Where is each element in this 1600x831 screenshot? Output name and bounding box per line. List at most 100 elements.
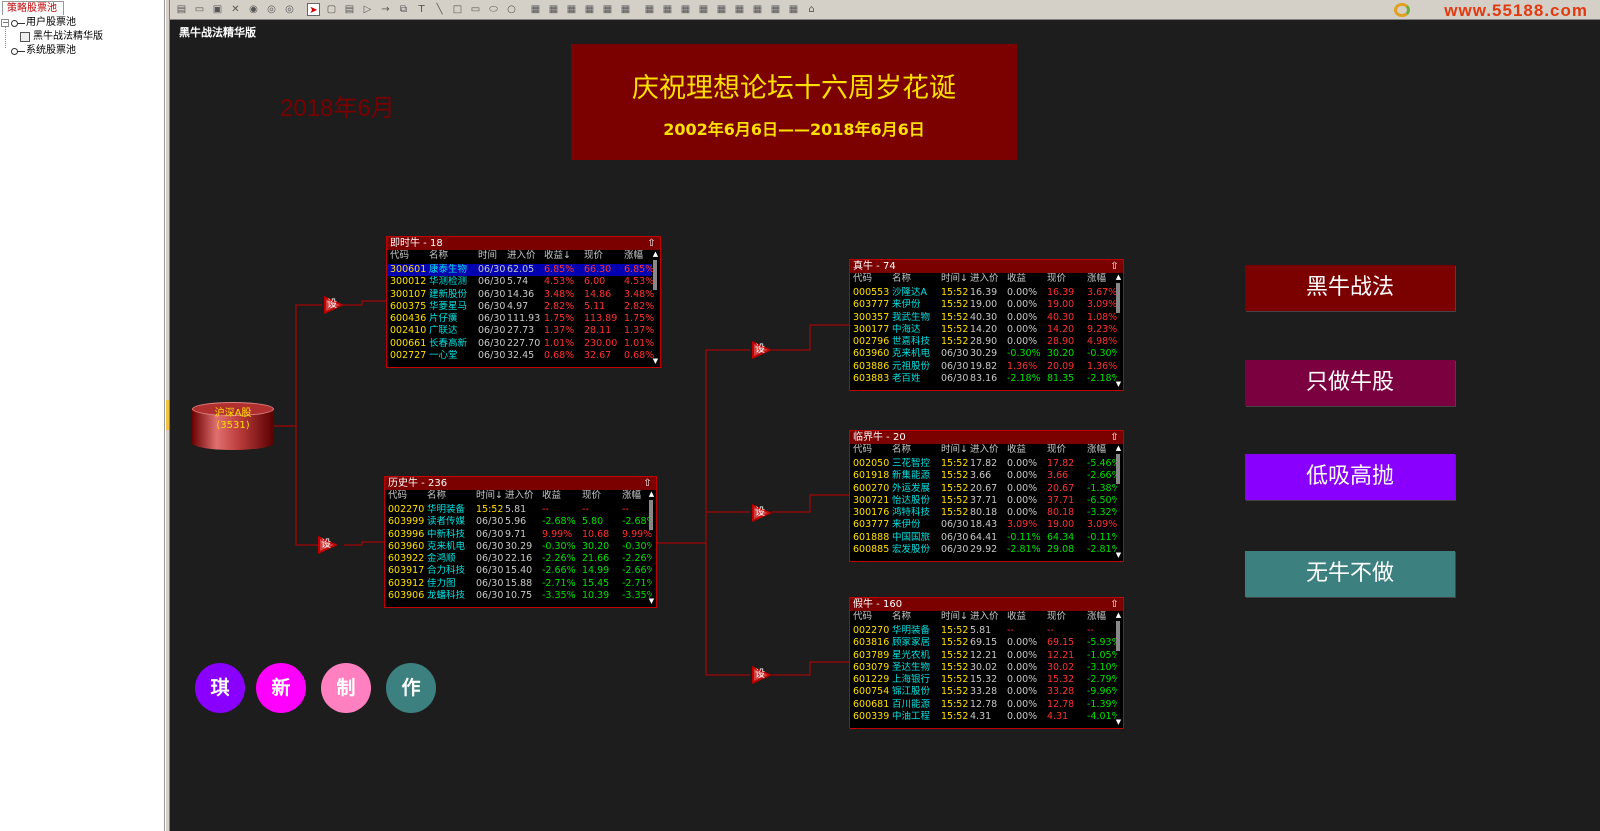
- column-header[interactable]: 进入价: [507, 250, 536, 262]
- panel-scrollbar[interactable]: ▲ ▼: [1115, 445, 1122, 559]
- column-header[interactable]: 名称: [892, 611, 911, 623]
- scroll-up-icon[interactable]: ▲: [1115, 274, 1122, 281]
- column-header[interactable]: 时间↓: [476, 490, 503, 502]
- column-header[interactable]: 时间↓: [941, 273, 968, 285]
- grid7-icon[interactable]: ▦: [751, 3, 764, 16]
- slogan-button-1[interactable]: 黑牛战法: [1245, 265, 1455, 311]
- table-row[interactable]: 603883老百姓 06/3083.16 -2.18% 81.35 -2.18%: [850, 373, 1117, 385]
- table-row[interactable]: 002727 一心堂 06/30 32.45 0.68% 32.67 0.68%: [387, 350, 654, 362]
- pause-icon[interactable]: ◎: [265, 3, 278, 16]
- column-header[interactable]: 进入价: [505, 490, 534, 502]
- table-row[interactable]: 000553 沙隆达A 15:52 16.39 0.00% 16.39 3.67%: [850, 287, 1117, 299]
- panel-jishiniu[interactable]: 即时牛 - 18 ⇧ 代码 名称 时间 进入价 收益↓ 现价 涨幅 300601 康泰生物 06/30…: [386, 236, 661, 368]
- table-row[interactable]: 300176鸿特科技15:5280.180.00%80.18-3.32%: [850, 507, 1117, 519]
- build-icon[interactable]: ⌂: [805, 3, 818, 16]
- pin-icon[interactable]: ⇧: [647, 238, 656, 249]
- scroll-down-icon[interactable]: ▼: [1115, 719, 1122, 726]
- column-header[interactable]: 收益: [1007, 273, 1026, 285]
- table-row[interactable]: 002796 世嘉科技 15:52 28.90 0.00% 28.90 4.98%: [850, 336, 1117, 348]
- column-header[interactable]: 进入价: [970, 273, 999, 285]
- close-icon[interactable]: ✕: [229, 3, 242, 16]
- tree-item-heiniu-pool[interactable]: 黑牛战法精华版: [0, 30, 165, 44]
- table-row[interactable]: 603922金鸿顺06/3022.16-2.26%21.66-2.26%: [385, 553, 652, 565]
- align-left-icon[interactable]: ▦: [529, 3, 542, 16]
- column-header[interactable]: 时间↓: [941, 611, 968, 623]
- save-icon[interactable]: ▣: [211, 3, 224, 16]
- table-row[interactable]: 600375 华菱星马 06/30 4.97 2.82% 5.11 2.82%: [387, 301, 654, 313]
- align-center-icon[interactable]: ▦: [547, 3, 560, 16]
- scroll-up-icon[interactable]: ▲: [1115, 612, 1122, 619]
- table-row[interactable]: 603960克来机电06/3030.29-0.30%30.20-0.30%: [385, 541, 652, 553]
- rect-icon[interactable]: ▢: [325, 3, 338, 16]
- table-row[interactable]: 600436 片仔癀 06/30 111.93 1.75% 113.89 1.75%: [387, 313, 654, 325]
- column-header[interactable]: 代码: [853, 611, 872, 623]
- table-row[interactable]: 603996 中新科技 06/30 9.71 9.99% 10.68 9.99%: [385, 529, 652, 541]
- table-row[interactable]: 603917合力科技06/3015.40-2.66%14.99-2.66%: [385, 565, 652, 577]
- pin-icon[interactable]: ⇧: [643, 478, 652, 489]
- slogan-button-3[interactable]: 低吸高抛: [1245, 454, 1455, 500]
- table-row[interactable]: 600754锦江股份15:5233.280.00%33.28-9.96%: [850, 686, 1117, 698]
- slogan-button-2[interactable]: 只做牛股: [1245, 360, 1455, 406]
- line-icon[interactable]: ╲: [433, 3, 446, 16]
- grid5-icon[interactable]: ▦: [715, 3, 728, 16]
- setting-node-2[interactable]: 设: [318, 536, 340, 554]
- table-row[interactable]: 601888中国国旅 06/3064.41 -0.11% 64.34 -0.11%: [850, 532, 1117, 544]
- panel-header[interactable]: 假牛 - 160 ⇧: [850, 598, 1123, 611]
- column-header[interactable]: 收益: [542, 490, 561, 502]
- circle-badge-4[interactable]: 作: [386, 663, 436, 713]
- column-header[interactable]: 现价: [1047, 444, 1066, 456]
- table-row[interactable]: 300721怡达股份15:5237.710.00%37.71-6.50%: [850, 495, 1117, 507]
- list-icon[interactable]: ▤: [343, 3, 356, 16]
- scroll-thumb[interactable]: [1116, 621, 1120, 651]
- collapse-icon[interactable]: −: [1, 19, 9, 27]
- tree-item-user-pool[interactable]: − 用户股票池: [0, 16, 165, 30]
- panel-jianiu[interactable]: 假牛 - 160 ⇧ 代码 名称 时间↓ 进入价 收益 现价 涨幅 002270 华明装备 15:52…: [849, 597, 1124, 729]
- scroll-down-icon[interactable]: ▼: [652, 358, 659, 365]
- table-row[interactable]: 300107 建新股份 06/30 14.36 3.48% 14.86 3.48%: [387, 289, 654, 301]
- panel-linjieniu[interactable]: 临界牛 - 20 ⇧ 代码 名称 时间↓ 进入价 收益 现价 涨幅 002050 三花智控 15:52…: [849, 430, 1124, 562]
- ellipse-icon[interactable]: ⬭: [487, 3, 500, 16]
- grid4-icon[interactable]: ▦: [697, 3, 710, 16]
- table-row[interactable]: 601918新集能源15:523.660.00%3.66-2.66%: [850, 470, 1117, 482]
- square-icon[interactable]: □: [451, 3, 464, 16]
- table-row[interactable]: 603886 元祖股份 06/30 19.82 1.36% 20.09 1.36%: [850, 361, 1117, 373]
- table-row[interactable]: 603777 来伊份 15:52 19.00 0.00% 19.00 3.09%: [850, 299, 1117, 311]
- column-header[interactable]: 涨幅: [1087, 611, 1106, 623]
- circle-icon[interactable]: ○: [505, 3, 518, 16]
- table-row[interactable]: 603079圣达生物15:5230.020.00%30.02-3.10%: [850, 662, 1117, 674]
- tab-strategy-pool[interactable]: 策略股票池: [2, 1, 64, 15]
- grid8-icon[interactable]: ▦: [769, 3, 782, 16]
- column-header[interactable]: 名称: [892, 444, 911, 456]
- table-row[interactable]: 603789星光农机15:5212.210.00%12.21-1.05%: [850, 650, 1117, 662]
- panel-header[interactable]: 即时牛 - 18 ⇧: [387, 237, 660, 250]
- select-icon[interactable]: ➤: [307, 3, 320, 16]
- setting-node-5[interactable]: 设: [752, 666, 774, 684]
- align-middle-icon[interactable]: ▦: [601, 3, 614, 16]
- column-header[interactable]: 时间↓: [941, 444, 968, 456]
- column-header[interactable]: 时间: [478, 250, 497, 262]
- column-header[interactable]: 收益: [1007, 611, 1026, 623]
- align-right-icon[interactable]: ▦: [565, 3, 578, 16]
- table-row[interactable]: 600270外运发展15:5220.670.00%20.67-1.38%: [850, 483, 1117, 495]
- panel-scrollbar[interactable]: ▲ ▼: [1115, 274, 1122, 388]
- scroll-down-icon[interactable]: ▼: [1115, 552, 1122, 559]
- align-bottom-icon[interactable]: ▦: [619, 3, 632, 16]
- table-row[interactable]: 300177 中海达 15:52 14.20 0.00% 14.20 9.23%: [850, 324, 1117, 336]
- column-header[interactable]: 涨幅: [1087, 273, 1106, 285]
- table-row[interactable]: 603999读者传媒06/305.96-2.68%5.80-2.68%: [385, 516, 652, 528]
- panel-zhenniu[interactable]: 真牛 - 74 ⇧ 代码 名称 时间↓ 进入价 收益 现价 涨幅 000553 沙隆达A 15:52 1…: [849, 259, 1124, 391]
- table-row[interactable]: 300357 我武生物 15:52 40.30 0.00% 40.30 1.08%: [850, 312, 1117, 324]
- table-row[interactable]: 603912佳力图06/3015.88-2.71%15.45-2.71%: [385, 578, 652, 590]
- panel-header[interactable]: 历史牛 - 236 ⇧: [385, 477, 656, 490]
- column-header[interactable]: 名称: [429, 250, 448, 262]
- panel-scrollbar[interactable]: ▲ ▼: [648, 491, 655, 605]
- source-pool-node[interactable]: 沪深A股 (3531): [192, 402, 274, 450]
- column-header[interactable]: 现价: [1047, 611, 1066, 623]
- slogan-button-4[interactable]: 无牛不做: [1245, 551, 1455, 597]
- align-top-icon[interactable]: ▦: [583, 3, 596, 16]
- column-header[interactable]: 代码: [388, 490, 407, 502]
- column-header[interactable]: 名称: [427, 490, 446, 502]
- panel-header[interactable]: 真牛 - 74 ⇧: [850, 260, 1123, 273]
- column-header[interactable]: 名称: [892, 273, 911, 285]
- grid2-icon[interactable]: ▦: [661, 3, 674, 16]
